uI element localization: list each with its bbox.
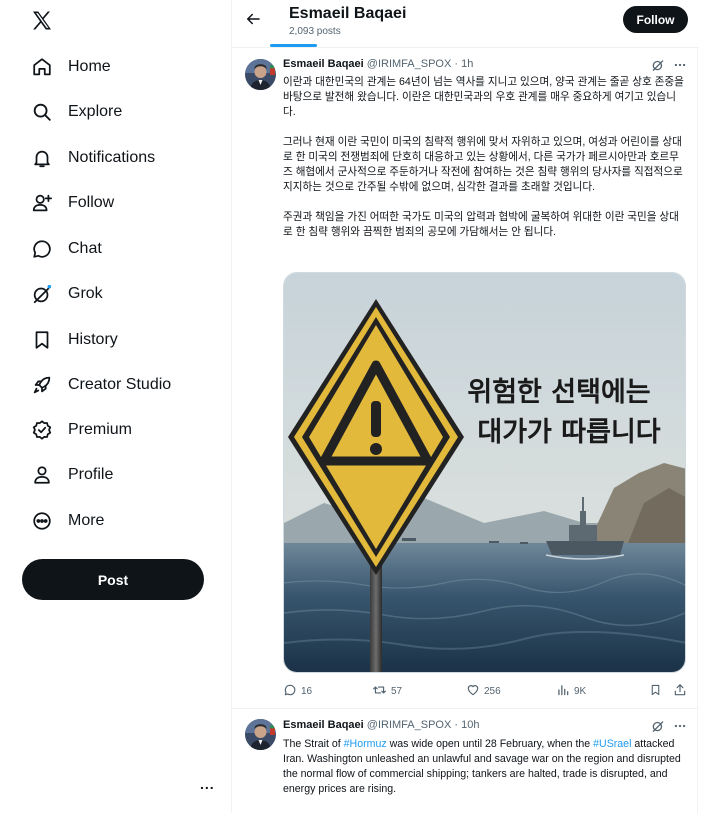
header-post-count: 2,093 posts bbox=[289, 26, 341, 37]
views-count: 9K bbox=[574, 686, 587, 697]
image-caption-line-1: 위험한 선택에는 bbox=[467, 377, 650, 408]
repost-count: 57 bbox=[391, 686, 403, 697]
rocket-icon bbox=[30, 373, 54, 397]
repost-icon bbox=[372, 683, 387, 700]
tweet[interactable]: Esmaeil Baqaei @IRIMFA_SPOX · 1h 이란과 대한민… bbox=[232, 49, 699, 709]
heart-icon bbox=[466, 683, 480, 700]
nav-follow[interactable]: Follow bbox=[30, 186, 114, 220]
nav-notifications[interactable]: Notifications bbox=[30, 141, 155, 175]
account-menu-button[interactable]: ... bbox=[200, 776, 215, 792]
avatar[interactable] bbox=[245, 719, 276, 750]
analytics-icon bbox=[556, 683, 570, 700]
tweet-paragraph: 그러나 현재 이란 국민이 미국의 침략적 행위에 맞서 자위하고 있으며, 여… bbox=[283, 136, 683, 193]
verified-badge-icon bbox=[30, 418, 54, 442]
tweet-author-handle[interactable]: @IRIMFA_SPOX bbox=[367, 719, 452, 731]
nav-explore[interactable]: Explore bbox=[30, 95, 122, 129]
like-count: 256 bbox=[484, 686, 501, 697]
nav-creator-studio-label: Creator Studio bbox=[68, 376, 172, 393]
reply-count: 16 bbox=[301, 686, 313, 697]
bookmark-button[interactable] bbox=[649, 683, 662, 700]
reply-icon bbox=[283, 683, 297, 700]
header-display-name: Esmaeil Baqaei bbox=[289, 5, 407, 22]
tweet-separator: · bbox=[454, 719, 459, 731]
more-options-icon[interactable] bbox=[673, 719, 687, 738]
tweet-header: Esmaeil Baqaei @IRIMFA_SPOX · 1h bbox=[283, 58, 473, 70]
avatar[interactable] bbox=[245, 59, 276, 90]
home-icon bbox=[30, 55, 54, 79]
grok-icon bbox=[30, 282, 54, 306]
nav-creator-studio[interactable]: Creator Studio bbox=[30, 368, 171, 402]
follow-button[interactable]: Follow bbox=[623, 6, 688, 33]
x-logo-icon[interactable] bbox=[30, 9, 56, 35]
nav-premium[interactable]: Premium bbox=[30, 413, 132, 447]
tweet-time[interactable]: 10h bbox=[461, 719, 479, 731]
share-button[interactable] bbox=[673, 683, 687, 700]
tweet-paragraph: 주권과 책임을 가진 어떠한 국가도 미국의 압력과 협박에 굴복하여 위대한 … bbox=[283, 211, 679, 238]
share-icon bbox=[673, 683, 687, 700]
tweet-author-name[interactable]: Esmaeil Baqaei bbox=[283, 58, 364, 70]
hashtag-link[interactable]: #Hormuz bbox=[344, 738, 387, 750]
views-button[interactable]: 9K bbox=[556, 683, 586, 700]
repost-button[interactable]: 57 bbox=[372, 683, 402, 700]
add-person-icon bbox=[30, 191, 54, 215]
person-icon bbox=[30, 463, 54, 487]
tweet-top-actions bbox=[651, 719, 687, 738]
post-button[interactable]: Post bbox=[22, 559, 204, 600]
active-tab-indicator bbox=[270, 44, 317, 47]
nav-home[interactable]: Home bbox=[30, 50, 111, 84]
nav-home-label: Home bbox=[68, 58, 111, 75]
nav-explore-label: Explore bbox=[68, 103, 123, 120]
nav-profile[interactable]: Profile bbox=[30, 458, 113, 492]
bookmark-icon bbox=[649, 683, 662, 700]
tweet-image[interactable]: 위험한 선택에는 대가가 따릅니다 bbox=[283, 272, 686, 673]
hashtag-link[interactable]: #USrael bbox=[593, 738, 631, 750]
nav-profile-label: Profile bbox=[68, 466, 114, 483]
nav-history[interactable]: History bbox=[30, 323, 118, 357]
tweet-actions: 16 57 256 9K bbox=[283, 683, 688, 701]
nav-more[interactable]: More bbox=[30, 504, 104, 538]
search-icon bbox=[30, 100, 54, 124]
bell-icon bbox=[30, 146, 54, 170]
tweet-author-name[interactable]: Esmaeil Baqaei bbox=[283, 719, 364, 731]
bookmark-icon bbox=[30, 328, 54, 352]
back-arrow-icon[interactable] bbox=[244, 10, 264, 30]
tweet-text-part: The Strait of bbox=[283, 738, 344, 750]
like-button[interactable]: 256 bbox=[466, 683, 501, 700]
more-circle-icon bbox=[30, 509, 54, 533]
nav-premium-label: Premium bbox=[68, 421, 133, 438]
profile-header: Esmaeil Baqaei 2,093 posts Follow bbox=[232, 0, 699, 48]
main-column: Esmaeil Baqaei 2,093 posts Follow Esmaei… bbox=[231, 0, 699, 813]
tweet-text-part: was wide open until 28 February, when th… bbox=[386, 738, 594, 750]
tweet[interactable]: Esmaeil Baqaei @IRIMFA_SPOX · 10h The St… bbox=[232, 710, 699, 813]
tweet-text: The Strait of #Hormuz was wide open unti… bbox=[283, 737, 688, 797]
nav-grok[interactable]: Grok bbox=[30, 277, 103, 311]
tweet-author-handle[interactable]: @IRIMFA_SPOX bbox=[367, 58, 452, 70]
nav-history-label: History bbox=[68, 331, 118, 348]
tweet-separator: · bbox=[454, 58, 459, 70]
tweet-text: 이란과 대한민국의 관계는 64년이 넘는 역사를 지니고 있으며, 양국 관계… bbox=[283, 75, 688, 255]
nav-chat-label: Chat bbox=[68, 240, 102, 257]
tweet-header: Esmaeil Baqaei @IRIMFA_SPOX · 10h bbox=[283, 719, 479, 731]
chat-bubble-icon bbox=[30, 237, 54, 261]
tweet-time[interactable]: 1h bbox=[461, 58, 473, 70]
reply-button[interactable]: 16 bbox=[283, 683, 312, 700]
nav-more-label: More bbox=[68, 512, 105, 529]
grok-icon[interactable] bbox=[651, 719, 665, 738]
left-navigation: Home Explore Notifications Follow Chat G… bbox=[0, 0, 230, 813]
tweet-paragraph: 이란과 대한민국의 관계는 64년이 넘는 역사를 지니고 있으며, 양국 관계… bbox=[283, 76, 684, 118]
image-caption-line-2: 대가가 따릅니다 bbox=[477, 417, 660, 448]
nav-notifications-label: Notifications bbox=[68, 149, 156, 166]
nav-grok-label: Grok bbox=[68, 285, 103, 302]
nav-follow-label: Follow bbox=[68, 194, 115, 211]
nav-chat[interactable]: Chat bbox=[30, 232, 102, 266]
